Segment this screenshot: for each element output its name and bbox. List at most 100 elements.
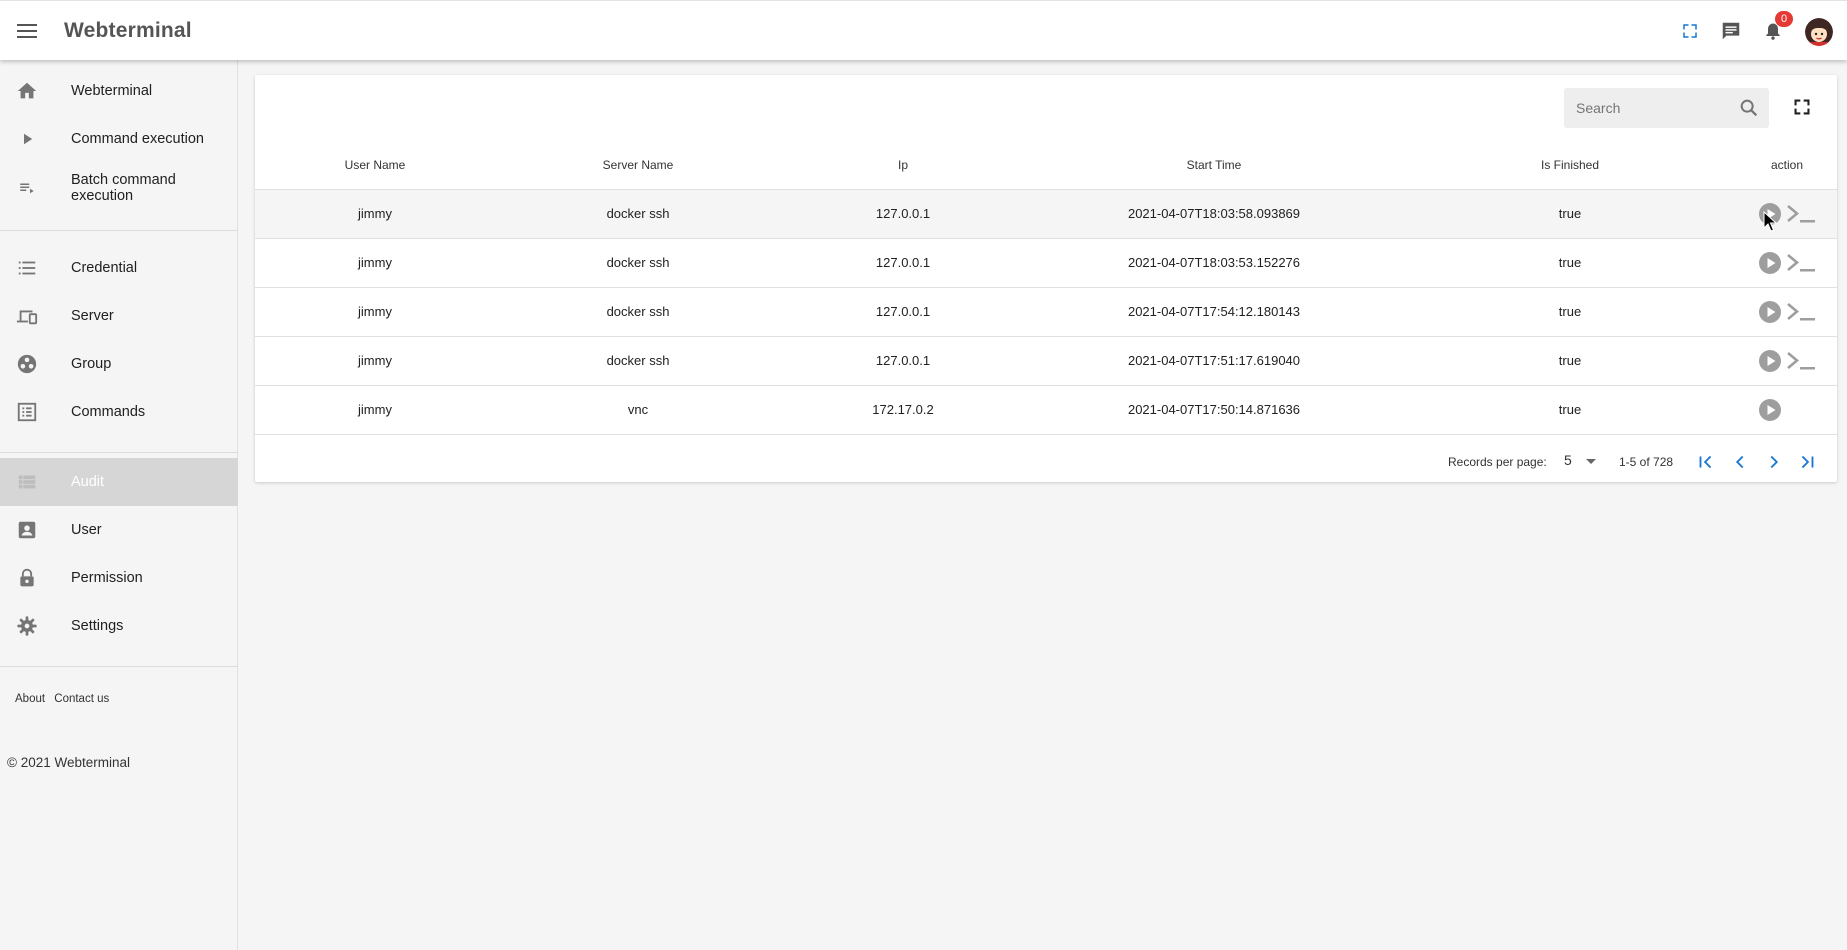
next-page-icon[interactable] (1763, 451, 1785, 473)
records-per-page-label: Records per page: (1448, 455, 1547, 469)
notification-badge: 0 (1775, 11, 1793, 27)
sidebar-item-label: Batch command execution (71, 172, 176, 204)
table-fullscreen-icon[interactable] (1792, 97, 1814, 119)
terminal-icon[interactable] (1786, 300, 1816, 324)
sidebar-item-commands[interactable]: Commands (0, 388, 238, 436)
pagination: Records per page: 5 1-5 of 728 (255, 443, 1837, 481)
cell-is-finished: true (1403, 384, 1737, 435)
cell-server-name: docker ssh (495, 286, 781, 336)
sidebar-item-server[interactable]: Server (0, 292, 238, 340)
devices-icon (14, 303, 40, 329)
cell-ip: 127.0.0.1 (781, 188, 1025, 238)
list-icon (14, 255, 40, 281)
audit-table: User Name Server Name Ip Start Time Is F… (255, 141, 1837, 435)
copyright: © 2021 Webterminal (7, 755, 131, 770)
cell-ip: 127.0.0.1 (781, 335, 1025, 385)
cell-is-finished: true (1403, 335, 1737, 385)
fullscreen-icon[interactable] (1676, 17, 1704, 45)
cell-user-name: jimmy (255, 286, 495, 336)
first-page-icon[interactable] (1695, 451, 1717, 473)
app-title: Webterminal (64, 19, 192, 42)
cell-server-name: vnc (495, 384, 781, 435)
sidebar-item-permission[interactable]: Permission (0, 554, 238, 602)
divider (0, 666, 238, 667)
sidebar-item-label: Permission (71, 570, 143, 586)
avatar[interactable] (1805, 18, 1833, 46)
contact-us-link[interactable]: Contact us (54, 693, 109, 705)
cell-server-name: docker ssh (495, 237, 781, 287)
cell-server-name: docker ssh (495, 335, 781, 385)
divider (0, 452, 238, 453)
playlist-icon (14, 175, 40, 201)
list-alt-icon (14, 399, 40, 425)
audit-table-card: User Name Server Name Ip Start Time Is F… (255, 75, 1837, 482)
chat-icon[interactable] (1717, 17, 1745, 45)
records-per-page-select[interactable]: 5 (1564, 452, 1600, 472)
sidebar-item-batch-command-execution[interactable]: Batch command execution (0, 163, 238, 213)
search-input[interactable] (1576, 98, 1726, 118)
terminal-icon[interactable] (1786, 202, 1816, 226)
column-header-server-name[interactable]: Server Name (495, 141, 781, 189)
cell-action (1737, 335, 1837, 385)
column-header-start-time[interactable]: Start Time (1025, 141, 1403, 189)
sidebar-item-label: Credential (71, 260, 138, 276)
play-circle-icon[interactable] (1758, 251, 1782, 275)
about-link[interactable]: About (15, 693, 45, 705)
last-page-icon[interactable] (1796, 451, 1818, 473)
play-circle-icon[interactable] (1758, 398, 1782, 422)
sidebar-item-label: Commands (71, 404, 146, 420)
cell-action (1737, 188, 1837, 238)
sidebar-item-label: Group (71, 356, 112, 372)
page-range: 1-5 of 728 (1619, 455, 1674, 469)
cell-user-name: jimmy (255, 335, 495, 385)
mouse-cursor-icon (1763, 211, 1777, 232)
cell-is-finished: true (1403, 237, 1737, 287)
table-row[interactable]: jimmy docker ssh 127.0.0.1 2021-04-07T17… (255, 335, 1837, 385)
terminal-icon[interactable] (1786, 349, 1816, 373)
column-header-is-finished[interactable]: Is Finished (1403, 141, 1737, 189)
play-circle-icon[interactable] (1758, 300, 1782, 324)
gear-icon (14, 613, 40, 639)
menu-icon[interactable] (12, 16, 42, 46)
footer-links: About Contact us (15, 693, 115, 705)
sidebar-item-webterminal[interactable]: Webterminal (0, 67, 238, 115)
terminal-icon[interactable] (1786, 251, 1816, 275)
cell-start-time: 2021-04-07T17:50:14.871636 (1025, 384, 1403, 435)
play-circle-icon[interactable] (1758, 349, 1782, 373)
sidebar: Webterminal Command execution Batch comm… (0, 60, 238, 950)
cell-action (1737, 384, 1837, 435)
previous-page-icon[interactable] (1729, 451, 1751, 473)
sidebar-item-label: Audit (71, 474, 105, 490)
table-row[interactable]: jimmy docker ssh 127.0.0.1 2021-04-07T18… (255, 237, 1837, 287)
cell-start-time: 2021-04-07T17:54:12.180143 (1025, 286, 1403, 336)
table-row[interactable]: jimmy vnc 172.17.0.2 2021-04-07T17:50:14… (255, 384, 1837, 435)
play-arrow-icon (14, 126, 40, 152)
sidebar-item-command-execution[interactable]: Command execution (0, 115, 238, 163)
column-header-action: action (1770, 157, 1804, 172)
cell-start-time: 2021-04-07T18:03:58.093869 (1025, 188, 1403, 238)
column-header-user-name[interactable]: User Name (255, 141, 495, 189)
sidebar-item-credential[interactable]: Credential (0, 244, 238, 292)
search-icon[interactable] (1738, 97, 1760, 119)
cell-start-time: 2021-04-07T17:51:17.619040 (1025, 335, 1403, 385)
search-box (1564, 88, 1769, 128)
sidebar-item-audit[interactable]: Audit (0, 458, 238, 506)
sidebar-item-label: Settings (71, 618, 124, 634)
cell-ip: 172.17.0.2 (781, 384, 1025, 435)
cell-ip: 127.0.0.1 (781, 286, 1025, 336)
sidebar-item-label: Server (71, 308, 114, 324)
table-row[interactable]: jimmy docker ssh 127.0.0.1 2021-04-07T17… (255, 286, 1837, 336)
table-row[interactable]: jimmy docker ssh 127.0.0.1 2021-04-07T18… (255, 188, 1837, 238)
table-header-row: User Name Server Name Ip Start Time Is F… (255, 141, 1837, 189)
chevron-down-icon (1586, 459, 1596, 464)
account-box-icon (14, 517, 40, 543)
sidebar-item-label: Webterminal (71, 83, 153, 99)
column-header-ip[interactable]: Ip (781, 141, 1025, 189)
sidebar-item-user[interactable]: User (0, 506, 238, 554)
cell-is-finished: true (1403, 188, 1737, 238)
sidebar-item-settings[interactable]: Settings (0, 602, 238, 650)
cell-user-name: jimmy (255, 188, 495, 238)
workspaces-icon (14, 351, 40, 377)
sidebar-item-group[interactable]: Group (0, 340, 238, 388)
cell-action (1737, 237, 1837, 287)
